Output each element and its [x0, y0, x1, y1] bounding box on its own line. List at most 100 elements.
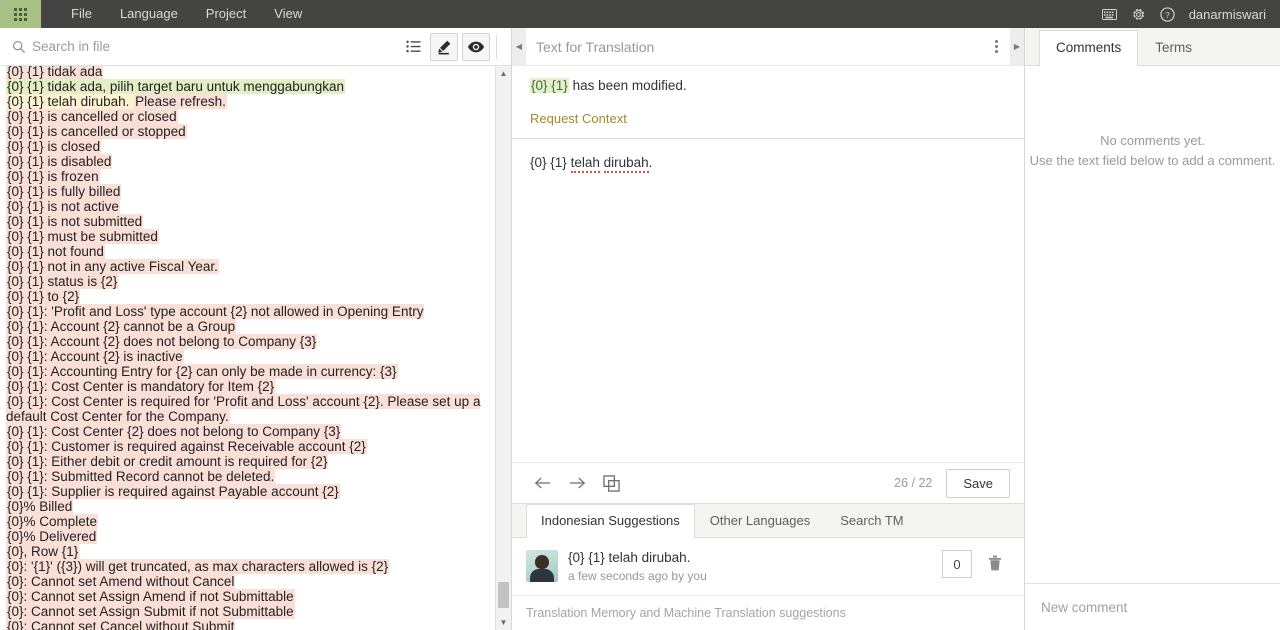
string-item-text: {0} {1}: 'Profit and Loss' type account …: [6, 304, 425, 319]
string-item-text: {0} {1} must be submitted: [6, 229, 159, 244]
tab-terms[interactable]: Terms: [1138, 30, 1209, 65]
previous-segment-icon[interactable]: [526, 469, 560, 497]
string-list-item[interactable]: {0} {1} is cancelled or closed: [6, 109, 496, 124]
string-item-text: {0}% Billed: [6, 499, 74, 514]
new-comment-area: [1025, 583, 1280, 630]
string-list-item[interactable]: {0} {1} is disabled: [6, 154, 496, 169]
suggestion-tabs: Indonesian Suggestions Other Languages S…: [512, 504, 1024, 538]
string-list-item[interactable]: {0} {1} is closed: [6, 139, 496, 154]
collapse-left-icon[interactable]: ◀: [512, 28, 526, 65]
string-list-item[interactable]: {0}, Row {1}: [6, 544, 496, 559]
menu-item-language[interactable]: Language: [106, 0, 192, 28]
string-list-item[interactable]: {0} {1}: Accounting Entry for {2} can on…: [6, 364, 496, 379]
grid-apps-glyph: [14, 7, 27, 21]
string-list-item[interactable]: {0}: Cannot set Assign Amend if not Subm…: [6, 589, 496, 604]
preview-mode-icon[interactable]: [462, 32, 490, 61]
string-list-item[interactable]: {0} {1} not in any active Fiscal Year.: [6, 259, 496, 274]
copy-source-icon[interactable]: [594, 469, 628, 497]
string-item-text: {0} {1} telah dirubah.: [6, 94, 135, 109]
keyboard-icon[interactable]: [1101, 8, 1117, 20]
string-list-item[interactable]: {0} {1} is not active: [6, 199, 496, 214]
tab-comments[interactable]: Comments: [1039, 30, 1139, 66]
string-list-item[interactable]: {0}% Billed: [6, 499, 496, 514]
string-list-item[interactable]: {0} {1} must be submitted: [6, 229, 496, 244]
target-text[interactable]: {0} {1} telah dirubah.: [530, 153, 1006, 173]
translation-panel-title: Text for Translation: [536, 38, 655, 55]
string-item-text-suffix: Please refresh.: [134, 94, 227, 109]
string-item-text: {0} {1}: Cost Center {2} does not belong…: [6, 424, 342, 439]
request-context-link[interactable]: Request Context: [530, 111, 627, 126]
more-options-icon[interactable]: [982, 40, 1010, 53]
main-body: {0} {1} tidak ada{0} {1} tidak ada, pili…: [0, 28, 1280, 630]
string-item-text: {0} {1} status is {2}: [6, 274, 119, 289]
string-list-item[interactable]: {0} {1}: Account {2} cannot be a Group: [6, 319, 496, 334]
string-list-item[interactable]: {0} {1} telah dirubah. Please refresh.: [6, 94, 496, 109]
string-item-text: {0} {1} is not submitted: [6, 214, 144, 229]
target-text-box[interactable]: {0} {1} telah dirubah.: [512, 139, 1024, 229]
next-segment-icon[interactable]: [560, 469, 594, 497]
string-list-item[interactable]: {0} {1}: Customer is required against Re…: [6, 439, 496, 454]
avatar: [526, 550, 558, 582]
string-list-item[interactable]: {0} {1} status is {2}: [6, 274, 496, 289]
source-text: {0} {1} has been modified.: [530, 76, 1006, 95]
tab-indonesian-suggestions[interactable]: Indonesian Suggestions: [526, 504, 695, 538]
scrollbar-thumb[interactable]: [498, 582, 509, 608]
string-list-item[interactable]: {0}: Cannot set Cancel without Submit: [6, 619, 496, 630]
menu-item-view[interactable]: View: [260, 0, 316, 28]
string-list-item[interactable]: {0}% Delivered: [6, 529, 496, 544]
source-placeholders: {0} {1}: [530, 78, 569, 93]
tab-other-languages[interactable]: Other Languages: [695, 504, 825, 537]
string-list-item[interactable]: {0} {1}: Account {2} is inactive: [6, 349, 496, 364]
string-list-item[interactable]: {0} {1}: Supplier is required against Pa…: [6, 484, 496, 499]
string-list-item[interactable]: {0} {1}: Cost Center is required for 'Pr…: [6, 394, 496, 424]
string-list-item[interactable]: {0} {1} is frozen: [6, 169, 496, 184]
menu-item-file[interactable]: File: [57, 0, 106, 28]
target-word-1: telah: [570, 155, 600, 173]
string-list-item[interactable]: {0} {1} tidak ada, pilih target baru unt…: [6, 79, 496, 94]
collapse-right-icon[interactable]: ▶: [1010, 28, 1024, 65]
grid-apps-icon[interactable]: [0, 0, 41, 28]
save-button[interactable]: Save: [946, 468, 1010, 498]
string-list-item[interactable]: {0} {1} not found: [6, 244, 496, 259]
string-list-item[interactable]: {0} {1} to {2}: [6, 289, 496, 304]
new-comment-input[interactable]: [1039, 598, 1266, 616]
list-view-icon[interactable]: [400, 34, 426, 60]
avatar-body: [530, 569, 554, 582]
string-list-item[interactable]: {0}% Complete: [6, 514, 496, 529]
trash-icon[interactable]: [980, 550, 1010, 576]
string-list-item[interactable]: {0}: Cannot set Amend without Cancel: [6, 574, 496, 589]
source-rest: has been modified.: [568, 78, 687, 93]
strings-scrollbar[interactable]: ▲ ▼: [495, 66, 511, 630]
string-list-item[interactable]: {0}: Cannot set Assign Submit if not Sub…: [6, 604, 496, 619]
help-icon[interactable]: ?: [1160, 6, 1175, 22]
search-input[interactable]: [30, 38, 392, 55]
scroll-up-arrow-icon[interactable]: ▲: [496, 66, 511, 81]
comments-empty-state: No comments yet. Use the text field belo…: [1030, 131, 1276, 171]
string-item-text: {0} {1}: Cost Center is mandatory for It…: [6, 379, 276, 394]
suggestion-score[interactable]: 0: [942, 550, 972, 578]
strings-list[interactable]: {0} {1} tidak ada {0} {1} tidak ada, pili…: [0, 66, 496, 630]
string-list-item[interactable]: {0} {1} is cancelled or stopped: [6, 124, 496, 139]
string-list-item[interactable]: {0} {1} tidak ada: [6, 66, 496, 79]
string-list-item[interactable]: {0} {1}: Account {2} does not belong to …: [6, 334, 496, 349]
string-list-item[interactable]: {0} {1}: 'Profit and Loss' type account …: [6, 304, 496, 319]
string-list-item[interactable]: {0} {1}: Submitted Record cannot be dele…: [6, 469, 496, 484]
edit-mode-icon[interactable]: [430, 32, 458, 61]
string-list-item[interactable]: {0} {1} is fully billed: [6, 184, 496, 199]
username-label[interactable]: danarmiswari: [1189, 7, 1266, 22]
string-item-text: {0} {1}: Supplier is required against Pa…: [6, 484, 340, 499]
scroll-down-arrow-icon[interactable]: ▼: [496, 615, 511, 630]
gear-icon[interactable]: [1131, 7, 1146, 22]
tab-search-tm[interactable]: Search TM: [825, 504, 918, 537]
string-list-item[interactable]: {0} {1}: Cost Center is mandatory for It…: [6, 379, 496, 394]
string-list-item[interactable]: {0} {1}: Cost Center {2} does not belong…: [6, 424, 496, 439]
suggestion-text[interactable]: {0} {1} telah dirubah.: [568, 550, 942, 565]
menu-item-project[interactable]: Project: [192, 0, 260, 28]
string-list-item[interactable]: {0} {1}: Either debit or credit amount i…: [6, 454, 496, 469]
target-word-2: dirubah: [603, 155, 649, 173]
string-list-item[interactable]: {0} {1} is not submitted: [6, 214, 496, 229]
string-list-item[interactable]: {0}: '{1}' ({3}) will get truncated, as …: [6, 559, 496, 574]
string-item-text: {0}: Cannot set Assign Submit if not Sub…: [6, 604, 295, 619]
suggestion-row[interactable]: {0} {1} telah dirubah. a few seconds ago…: [512, 538, 1024, 596]
string-item-text: {0} {1} not in any active Fiscal Year.: [6, 259, 219, 274]
